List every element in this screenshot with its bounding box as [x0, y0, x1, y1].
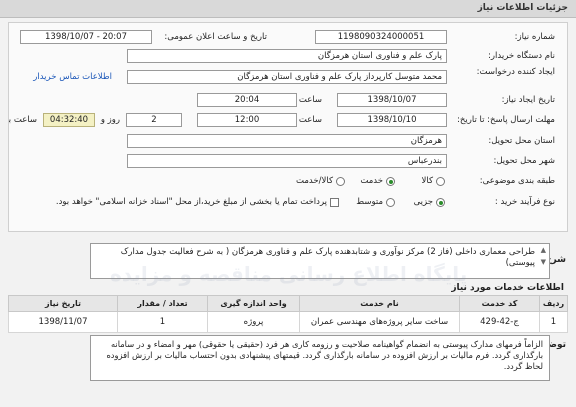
col-service-code: کد خدمت: [459, 295, 540, 312]
days-remaining-field[interactable]: 2: [126, 113, 182, 127]
buyer-org-field[interactable]: پارک علم و فناوری استان هرمزگان: [127, 49, 447, 63]
services-table: ردیف کد خدمت نام خدمت واحد اندازه گیری ت…: [8, 295, 568, 333]
remaining-label: ساعت باقی مانده: [9, 115, 37, 125]
need-number-label: شماره نیاز:: [514, 32, 555, 42]
page-title: جزئیات اطلاعات نیاز: [477, 3, 568, 13]
cell-need-date: 1398/11/07: [8, 311, 118, 333]
cell-quantity: 1: [117, 311, 208, 333]
treasury-payment-note: پرداخت تمام یا بخشی از مبلغ خرید،از محل …: [55, 197, 327, 207]
created-time-label: ساعت: [298, 95, 322, 105]
creator-label: ایجاد کننده درخواست:: [476, 67, 555, 77]
deadline-label: مهلت ارسال پاسخ: تا تاریخ:: [457, 115, 555, 125]
purchase-option-minor: جزیی: [413, 197, 433, 207]
created-date-label: تاریخ ایجاد نیاز:: [501, 95, 555, 105]
category-option-goods: کالا: [421, 176, 433, 186]
created-date-field[interactable]: 1398/10/07: [337, 93, 447, 107]
category-label: طبقه بندی موضوعی:: [479, 176, 555, 186]
announce-label: تاریخ و ساعت اعلان عمومی:: [164, 32, 267, 42]
deadline-time-label: ساعت: [298, 115, 322, 125]
category-radio-goods-service[interactable]: [336, 177, 345, 186]
buyer-notes-box: الزاماً فرمهای مدارک پیوستی به انضمام گو…: [90, 335, 550, 381]
scroll-up-icon[interactable]: ▲: [541, 246, 546, 254]
purchase-radio-medium[interactable]: [386, 198, 395, 207]
need-details-panel: شماره نیاز: 1198090324000051 تاریخ و ساع…: [8, 22, 568, 232]
buyer-notes-text: الزاماً فرمهای مدارک پیوستی به انضمام گو…: [106, 339, 543, 371]
purchase-type-label: نوع فرآیند خرید :: [494, 197, 555, 207]
table-row[interactable]: 1 ج-42-429 ساخت سایر پروژه‌های مهندسی عم…: [8, 311, 568, 333]
creator-field[interactable]: محمد متوسل کارپرداز پارک علم و فناوری اس…: [127, 70, 447, 84]
deadline-time-field[interactable]: 12:00: [197, 113, 297, 127]
purchase-radio-minor[interactable]: [436, 198, 445, 207]
need-number-field[interactable]: 1198090324000051: [315, 30, 447, 44]
col-quantity: تعداد / مقدار: [117, 295, 208, 312]
col-unit: واحد اندازه گیری: [207, 295, 300, 312]
announce-field[interactable]: 1398/10/07 - 20:07: [20, 30, 152, 44]
remaining-time-field: 04:32:40: [43, 113, 95, 127]
city-label: شهر محل تحویل:: [493, 156, 555, 166]
cell-row-number: 1: [539, 311, 568, 333]
page-header: جزئیات اطلاعات نیاز: [0, 0, 576, 18]
buyer-org-label: نام دستگاه خریدار:: [488, 51, 555, 61]
services-table-header: ردیف کد خدمت نام خدمت واحد اندازه گیری ت…: [8, 295, 568, 312]
col-need-date: تاریخ نیاز: [8, 295, 118, 312]
services-section-title: اطلاعات خدمات مورد نیاز: [451, 283, 564, 293]
cell-unit: پروژه: [207, 311, 300, 333]
created-time-field[interactable]: 20:04: [197, 93, 297, 107]
city-field[interactable]: بندرعباس: [127, 154, 447, 168]
province-label: استان محل تحویل:: [488, 136, 555, 146]
category-radio-service[interactable]: [386, 177, 395, 186]
treasury-payment-checkbox[interactable]: [330, 198, 339, 207]
contact-buyer-link[interactable]: اطلاعات تماس خریدار: [33, 72, 112, 82]
purchase-option-medium: متوسط: [356, 197, 383, 207]
col-row-number: ردیف: [539, 295, 568, 312]
category-radio-goods[interactable]: [436, 177, 445, 186]
category-option-service: خدمت: [360, 176, 383, 186]
cell-service-code: ج-42-429: [459, 311, 540, 333]
scroll-down-icon[interactable]: ▼: [541, 258, 546, 266]
col-service-name: نام خدمت: [299, 295, 460, 312]
deadline-date-field[interactable]: 1398/10/10: [337, 113, 447, 127]
cell-service-name: ساخت سایر پروژه‌های مهندسی عمران: [299, 311, 460, 333]
category-option-goods-service: کالا/خدمت: [296, 176, 333, 186]
description-text: طراحی معماری داخلی (فاز 2) مرکز نوآوری و…: [120, 247, 535, 268]
description-textbox[interactable]: طراحی معماری داخلی (فاز 2) مرکز نوآوری و…: [90, 243, 550, 279]
province-field[interactable]: هرمزگان: [127, 134, 447, 148]
days-label: روز و: [100, 115, 120, 125]
